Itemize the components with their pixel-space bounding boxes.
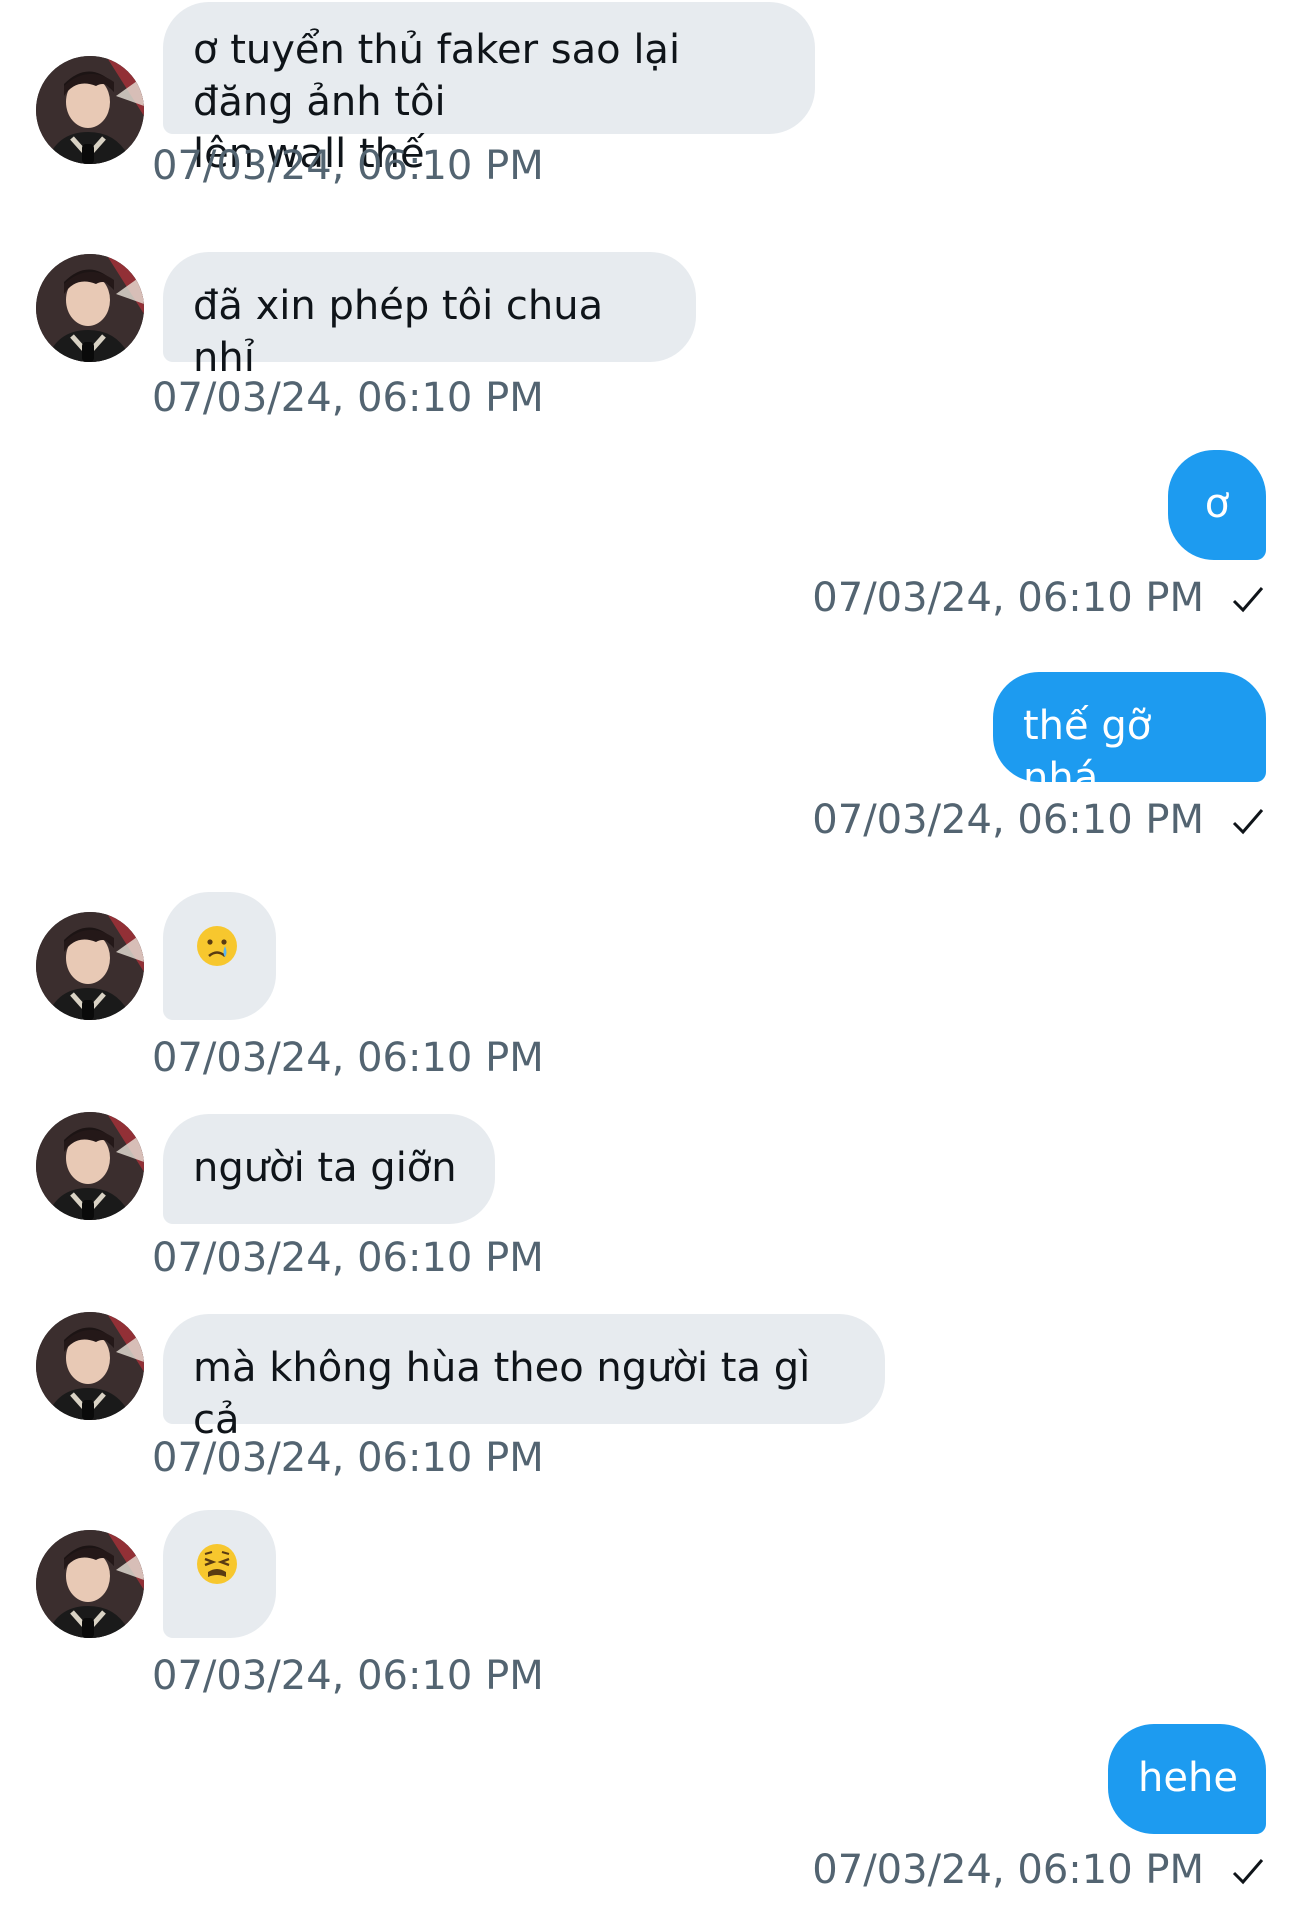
message-bubble[interactable]: ơ tuyển thủ faker sao lại đăng ảnh tôi l… bbox=[163, 2, 815, 177]
crying-face-emoji bbox=[197, 926, 237, 966]
message-thread: ơ tuyển thủ faker sao lại đăng ảnh tôi l… bbox=[0, 0, 1290, 1915]
message-timestamp: 07/03/24, 06:10 PM bbox=[812, 797, 1204, 843]
message-bubble[interactable] bbox=[163, 892, 276, 1020]
message-bubble[interactable]: hehe bbox=[1108, 1724, 1266, 1834]
message-timestamp: 07/03/24, 06:10 PM bbox=[152, 375, 544, 421]
avatar[interactable] bbox=[36, 56, 144, 164]
message-bubble[interactable]: mà không hùa theo người ta gì cả bbox=[163, 1314, 885, 1443]
message-timestamp: 07/03/24, 06:10 PM bbox=[152, 143, 544, 189]
weary-face-emoji bbox=[197, 1544, 237, 1584]
message-timestamp: 07/03/24, 06:10 PM bbox=[152, 1653, 544, 1699]
message-timestamp: 07/03/24, 06:10 PM bbox=[152, 1035, 544, 1081]
avatar[interactable] bbox=[36, 1530, 144, 1638]
message-timestamp: 07/03/24, 06:10 PM bbox=[812, 1847, 1204, 1893]
check-icon bbox=[1232, 1859, 1264, 1885]
message-bubble[interactable]: ơ bbox=[1168, 450, 1266, 560]
avatar[interactable] bbox=[36, 1112, 144, 1220]
message-bubble[interactable]: đã xin phép tôi chua nhỉ bbox=[163, 252, 696, 381]
avatar[interactable] bbox=[36, 254, 144, 362]
avatar[interactable] bbox=[36, 912, 144, 1020]
message-timestamp: 07/03/24, 06:10 PM bbox=[152, 1435, 544, 1481]
message-bubble[interactable]: người ta giỡn bbox=[163, 1114, 495, 1224]
avatar[interactable] bbox=[36, 1312, 144, 1420]
message-bubble[interactable]: thế gỡ nhá bbox=[993, 672, 1266, 801]
message-timestamp: 07/03/24, 06:10 PM bbox=[152, 1235, 544, 1281]
message-timestamp: 07/03/24, 06:10 PM bbox=[812, 575, 1204, 621]
message-bubble[interactable] bbox=[163, 1510, 276, 1638]
check-icon bbox=[1232, 809, 1264, 835]
check-icon bbox=[1232, 587, 1264, 613]
